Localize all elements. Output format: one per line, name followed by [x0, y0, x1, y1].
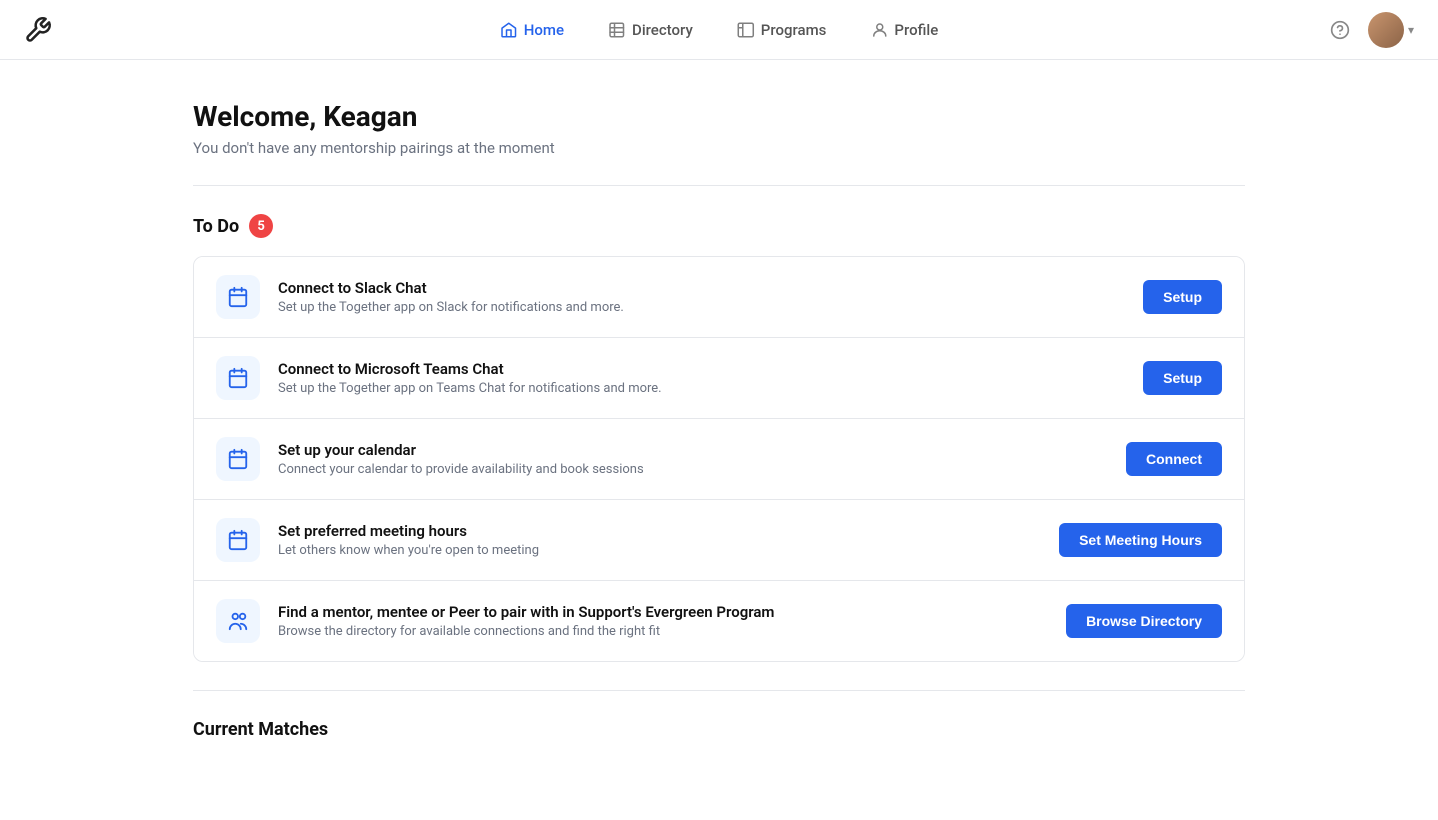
task-content-teams: Connect to Microsoft Teams Chat Set up t… [278, 360, 1125, 396]
divider [193, 185, 1245, 186]
task-desc-meeting-hours: Let others know when you're open to meet… [278, 543, 1041, 558]
task-content-calendar: Set up your calendar Connect your calend… [278, 441, 1108, 477]
welcome-title: Welcome, Keagan [193, 100, 1245, 133]
task-btn-calendar[interactable]: Connect [1126, 442, 1222, 476]
task-title-find-mentor: Find a mentor, mentee or Peer to pair wi… [278, 603, 1048, 621]
nav-profile[interactable]: Profile [852, 13, 956, 47]
directory-icon [608, 21, 626, 39]
nav-home[interactable]: Home [482, 13, 582, 47]
calendar-icon [227, 448, 249, 470]
help-icon [1330, 20, 1350, 40]
avatar [1368, 12, 1404, 48]
teams-calendar-icon [227, 367, 249, 389]
task-icon-calendar [216, 437, 260, 481]
task-icon-meeting-hours [216, 518, 260, 562]
divider-matches [193, 690, 1245, 691]
nav-right: ▾ [1324, 12, 1414, 48]
task-item-slack: Connect to Slack Chat Set up the Togethe… [194, 257, 1244, 338]
todo-badge: 5 [249, 214, 273, 238]
main-content: Welcome, Keagan You don't have any mento… [169, 60, 1269, 820]
user-avatar-wrapper[interactable]: ▾ [1368, 12, 1414, 48]
todo-title: To Do [193, 216, 239, 237]
logo-icon [24, 16, 52, 44]
nav-links: Home Directory Programs Profile [482, 13, 956, 47]
nav-directory[interactable]: Directory [590, 13, 711, 47]
meeting-hours-calendar-icon [227, 529, 249, 551]
task-item-calendar: Set up your calendar Connect your calend… [194, 419, 1244, 500]
task-title-slack: Connect to Slack Chat [278, 279, 1125, 297]
task-title-teams: Connect to Microsoft Teams Chat [278, 360, 1125, 378]
nav-directory-label: Directory [632, 21, 693, 39]
task-item-teams: Connect to Microsoft Teams Chat Set up t… [194, 338, 1244, 419]
programs-icon [737, 21, 755, 39]
task-btn-meeting-hours[interactable]: Set Meeting Hours [1059, 523, 1222, 557]
task-item-meeting-hours: Set preferred meeting hours Let others k… [194, 500, 1244, 581]
task-desc-calendar: Connect your calendar to provide availab… [278, 462, 1108, 477]
task-desc-find-mentor: Browse the directory for available conne… [278, 624, 1048, 639]
nav-programs[interactable]: Programs [719, 13, 845, 47]
task-btn-slack[interactable]: Setup [1143, 280, 1222, 314]
todo-section-header: To Do 5 [193, 214, 1245, 238]
task-desc-slack: Set up the Together app on Slack for not… [278, 300, 1125, 315]
logo[interactable] [24, 16, 52, 44]
navbar: Home Directory Programs Profile [0, 0, 1438, 60]
nav-programs-label: Programs [761, 21, 827, 39]
nav-profile-label: Profile [894, 21, 938, 39]
task-desc-teams: Set up the Together app on Teams Chat fo… [278, 381, 1125, 396]
task-item-find-mentor: Find a mentor, mentee or Peer to pair wi… [194, 581, 1244, 661]
current-matches-title: Current Matches [193, 719, 1245, 740]
task-title-calendar: Set up your calendar [278, 441, 1108, 459]
help-button[interactable] [1324, 14, 1356, 46]
task-content-slack: Connect to Slack Chat Set up the Togethe… [278, 279, 1125, 315]
task-icon-teams [216, 356, 260, 400]
task-btn-browse-directory[interactable]: Browse Directory [1066, 604, 1222, 638]
people-icon [227, 610, 249, 632]
task-content-meeting-hours: Set preferred meeting hours Let others k… [278, 522, 1041, 558]
nav-home-label: Home [524, 21, 564, 39]
task-content-find-mentor: Find a mentor, mentee or Peer to pair wi… [278, 603, 1048, 639]
profile-icon [870, 21, 888, 39]
chevron-down-icon: ▾ [1408, 23, 1414, 37]
task-title-meeting-hours: Set preferred meeting hours [278, 522, 1041, 540]
home-icon [500, 21, 518, 39]
slack-calendar-icon [227, 286, 249, 308]
welcome-subtitle: You don't have any mentorship pairings a… [193, 139, 1245, 157]
task-list: Connect to Slack Chat Set up the Togethe… [193, 256, 1245, 662]
task-icon-slack [216, 275, 260, 319]
task-btn-teams[interactable]: Setup [1143, 361, 1222, 395]
task-icon-find-mentor [216, 599, 260, 643]
